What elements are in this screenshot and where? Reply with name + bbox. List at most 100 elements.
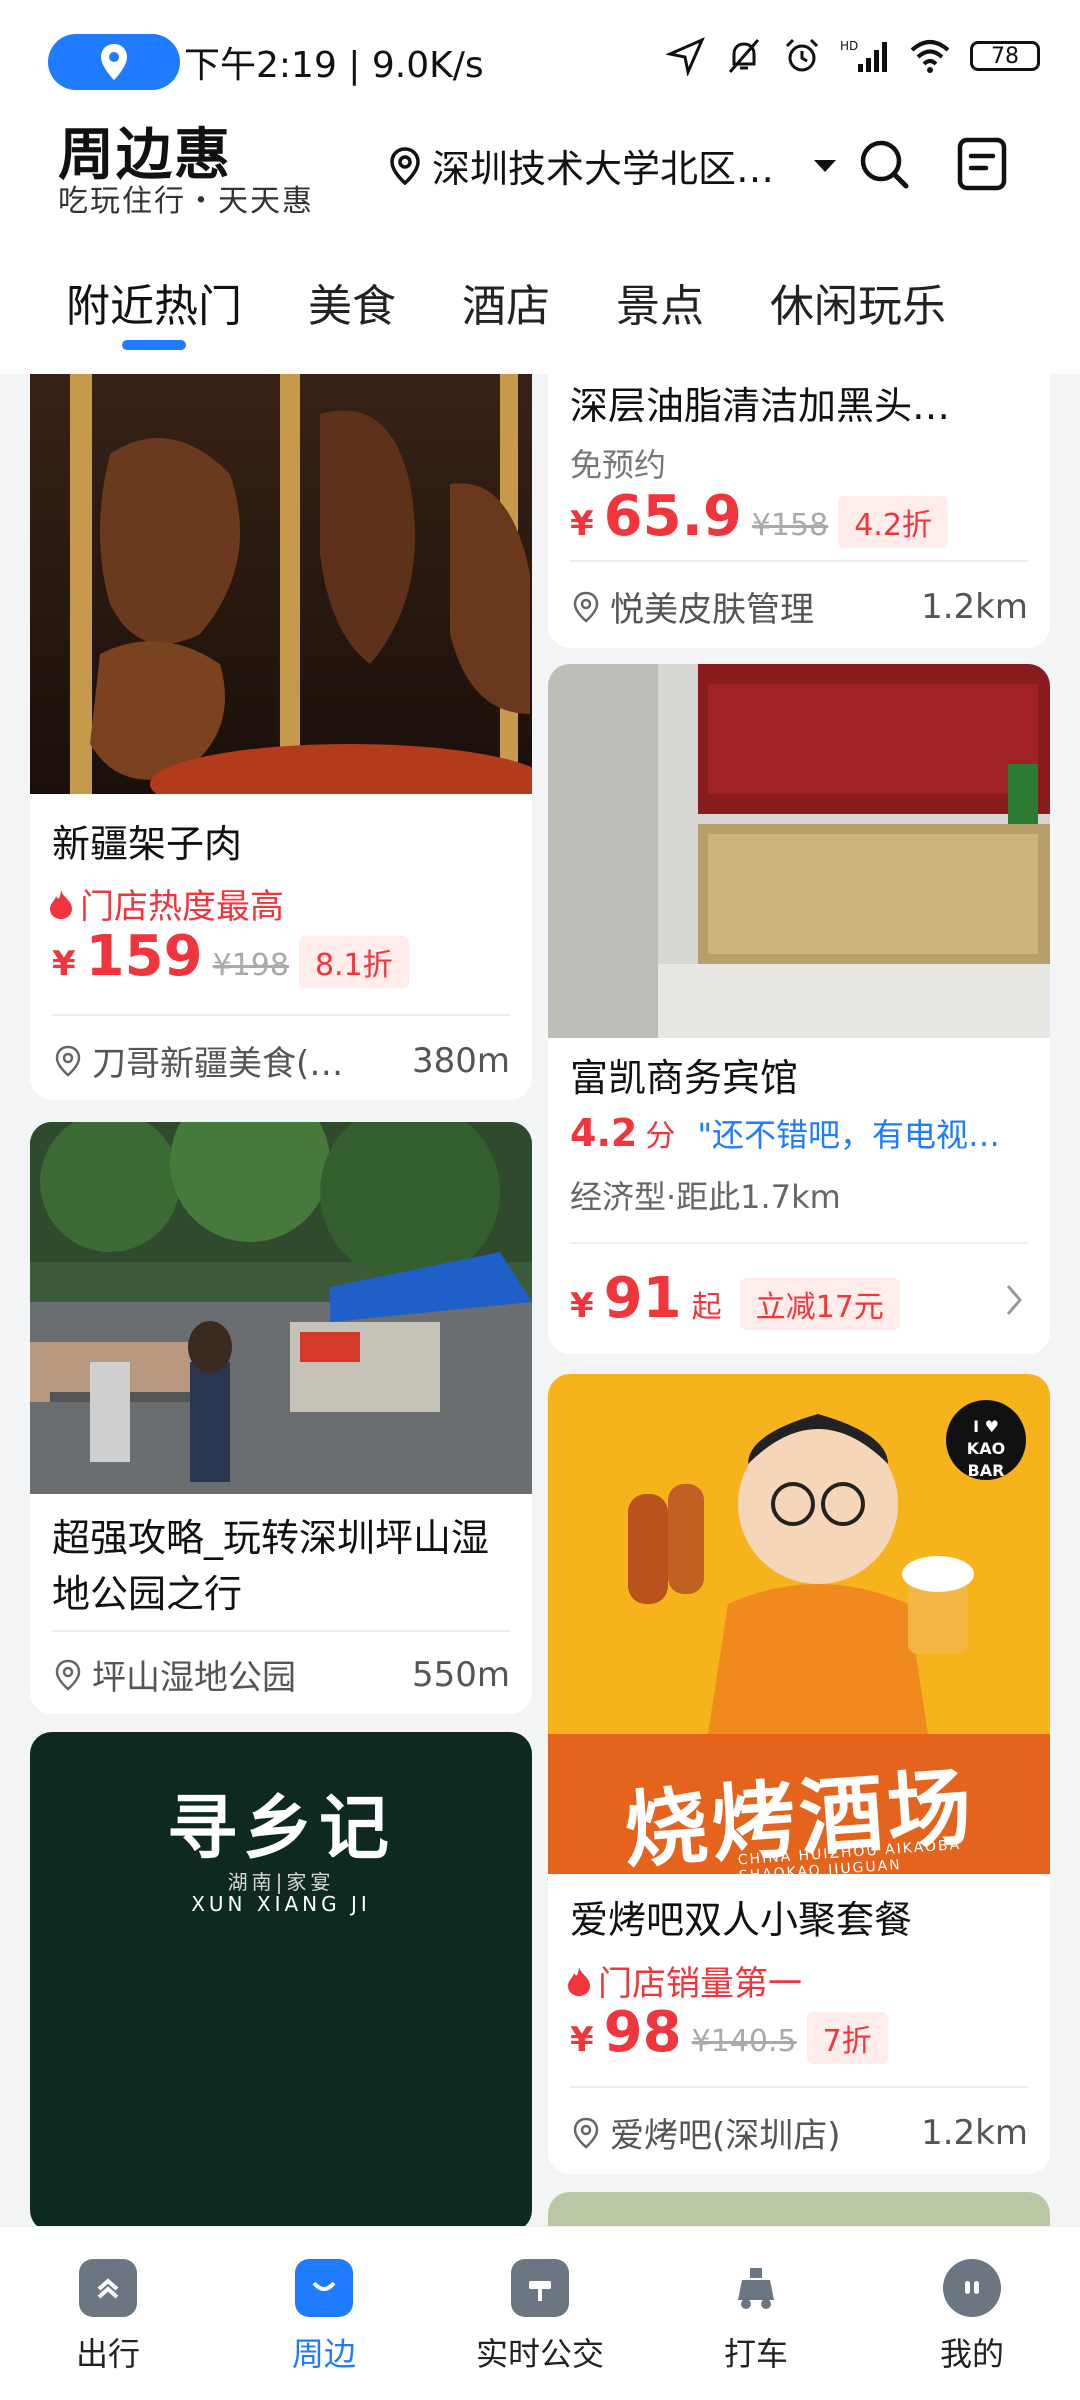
currency-symbol: ¥: [52, 944, 76, 984]
promo-badge: 立减17元: [739, 1278, 900, 1330]
deal-title: 爱烤吧双人小聚套餐: [570, 1898, 913, 1942]
location-pin-icon: [55, 1659, 81, 1691]
nav-travel[interactable]: 出行: [0, 2227, 216, 2400]
shop-name: 刀哥新疆美食(…: [92, 1044, 344, 1084]
current-location-text: 深圳技术大学北区…: [432, 147, 775, 191]
location-pin-icon: [573, 591, 599, 623]
fire-icon: [568, 1966, 590, 1996]
search-icon: [860, 140, 909, 189]
shop-name: 爱烤吧(深圳店): [610, 2116, 841, 2156]
shop-row: 爱烤吧(深圳店) 1.2km: [572, 2108, 1028, 2157]
original-price: ¥198: [212, 948, 289, 983]
price-row: ¥ 159 ¥198 8.1折: [52, 924, 409, 989]
divider: [52, 1630, 510, 1632]
food-image: [30, 374, 532, 794]
location-pin-icon: [390, 146, 420, 185]
fire-icon: [50, 889, 72, 919]
restaurant-logo: 寻乡记: [167, 1787, 395, 1869]
nav-nearby[interactable]: 周边: [216, 2227, 432, 2400]
deal-title: 新疆架子肉: [52, 822, 243, 866]
currency-symbol: ¥: [570, 1286, 594, 1326]
svg-text:HD: HD: [840, 39, 858, 53]
bell-muted-icon: [728, 39, 760, 73]
price-suffix: 起: [691, 1290, 722, 1325]
hotel-name: 富凯商务宾馆: [570, 1056, 799, 1100]
currency-symbol: ¥: [570, 504, 594, 544]
deal-card-xinjiang[interactable]: 新疆架子肉 门店热度最高 ¥ 159 ¥198 8.1折 刀哥新疆美食(… 38…: [30, 374, 532, 1100]
divider: [570, 560, 1028, 562]
battery-indicator: 78: [970, 41, 1040, 71]
nav-realtime-bus[interactable]: 实时公交: [432, 2227, 648, 2400]
location-pin-icon: [101, 44, 127, 80]
logo-subtitle: 湖南|家宴: [227, 1870, 335, 1894]
tab-leisure[interactable]: 休闲玩乐: [770, 240, 946, 374]
discount-badge: 8.1折: [298, 936, 409, 988]
review-snippet: "还不错吧，有电视…: [697, 1116, 1001, 1154]
list-document-icon: [957, 137, 1007, 191]
brand-badge: I ♥ KAO BAR: [946, 1400, 1026, 1480]
hot-label: 门店销量第一: [566, 1956, 802, 2005]
caret-down-icon: [814, 159, 836, 172]
shop-name: 悦美皮肤管理: [610, 590, 814, 630]
price: 98: [603, 2000, 682, 2065]
hotel-card-fukai[interactable]: 富凯商务宾馆 4.2 分 "还不错吧，有电视… 经济型·距此1.7km ¥ 91…: [548, 664, 1050, 1354]
status-bar: 下午2:19 | 9.0K/s HD 78: [0, 0, 1080, 110]
navigation-arrow-icon: [666, 37, 705, 76]
tab-nearby-hot[interactable]: 附近热门: [66, 240, 242, 374]
shop-row: 刀哥新疆美食(… 380m: [54, 1036, 510, 1085]
shop-row: 悦美皮肤管理 1.2km: [572, 582, 1028, 631]
guide-card-park[interactable]: 超强攻略_玩转深圳坪山湿地公园之行 坪山湿地公园 550m: [30, 1122, 532, 1714]
hotel-lobby-image: [548, 664, 1050, 1038]
deal-card-skin[interactable]: 深层油脂清洁加黑头… 免预约 ¥ 65.9 ¥158 4.2折 悦美皮肤管理 1…: [548, 374, 1050, 648]
location-selector[interactable]: 深圳技术大学北区…: [388, 138, 838, 193]
original-price: ¥158: [751, 508, 829, 543]
divider: [570, 1242, 1028, 1244]
status-time-speed: 下午2:19 | 9.0K/s: [184, 45, 484, 86]
tab-hotel[interactable]: 酒店: [462, 240, 550, 374]
divider: [52, 1014, 510, 1016]
currency-symbol: ¥: [570, 2020, 594, 2060]
chevron-right-icon: [1006, 1285, 1022, 1315]
price: 159: [85, 924, 203, 989]
discount-badge: 4.2折: [838, 496, 948, 548]
distance: 550m: [411, 1654, 510, 1695]
bag-smile-icon: [295, 2259, 353, 2317]
wifi-icon: [910, 40, 950, 73]
tab-attractions[interactable]: 景点: [616, 240, 704, 374]
alarm-icon: [785, 38, 819, 72]
place-name: 坪山湿地公园: [92, 1658, 296, 1698]
deal-title: 深层油脂清洁加黑头…: [570, 384, 951, 428]
location-indicator-pill: [48, 34, 180, 90]
logo-english: XUN XIANG JI: [191, 1892, 371, 1916]
price: 65.9: [603, 484, 742, 549]
deal-card-bbq[interactable]: I ♥ KAO BAR 烧烤酒场 CHINA HUIZHOU AIKAOBA S…: [548, 1374, 1050, 2174]
taxi-icon: [727, 2259, 785, 2317]
guide-title: 超强攻略_玩转深圳坪山湿地公园之行: [52, 1516, 490, 1616]
nav-mine[interactable]: 我的: [864, 2227, 1080, 2400]
brand-slogan: 吃玩住行・天天惠: [58, 184, 314, 219]
night-market-image: [30, 1122, 532, 1494]
deal-card-xunxiang[interactable]: 寻乡记 湖南|家宴 XUN XIANG JI: [30, 1732, 532, 2226]
next-card-peek[interactable]: [548, 2192, 1050, 2226]
price-row: ¥ 65.9 ¥158 4.2折: [570, 484, 948, 549]
original-price: ¥140.5: [691, 2024, 797, 2059]
distance: 380m: [411, 1040, 510, 1081]
orders-button[interactable]: [950, 132, 1014, 196]
category-tabs: 附近热门 美食 酒店 景点 休闲玩乐: [0, 240, 1080, 374]
location-pin-icon: [55, 1045, 81, 1077]
app-header: 周边惠 吃玩住行・天天惠 深圳技术大学北区…: [0, 110, 1080, 240]
bottom-navigation: 出行 周边 实时公交 打车 我的: [0, 2226, 1080, 2400]
tab-food[interactable]: 美食: [308, 240, 396, 374]
distance: 1.2km: [921, 586, 1028, 627]
bus-stop-icon: [511, 2259, 569, 2317]
search-button[interactable]: [852, 132, 916, 196]
price: 91: [603, 1266, 682, 1331]
hot-label: 门店热度最高: [48, 879, 284, 928]
nav-taxi[interactable]: 打车: [648, 2227, 864, 2400]
cellular-signal-icon: HD: [840, 39, 887, 72]
distance: 1.2km: [921, 2112, 1028, 2153]
hotel-meta: 经济型·距此1.7km: [570, 1178, 841, 1216]
rating-row: 4.2 分 "还不错吧，有电视…: [570, 1110, 1030, 1156]
divider: [570, 2086, 1028, 2088]
double-chevron-up-icon: [79, 2259, 137, 2317]
